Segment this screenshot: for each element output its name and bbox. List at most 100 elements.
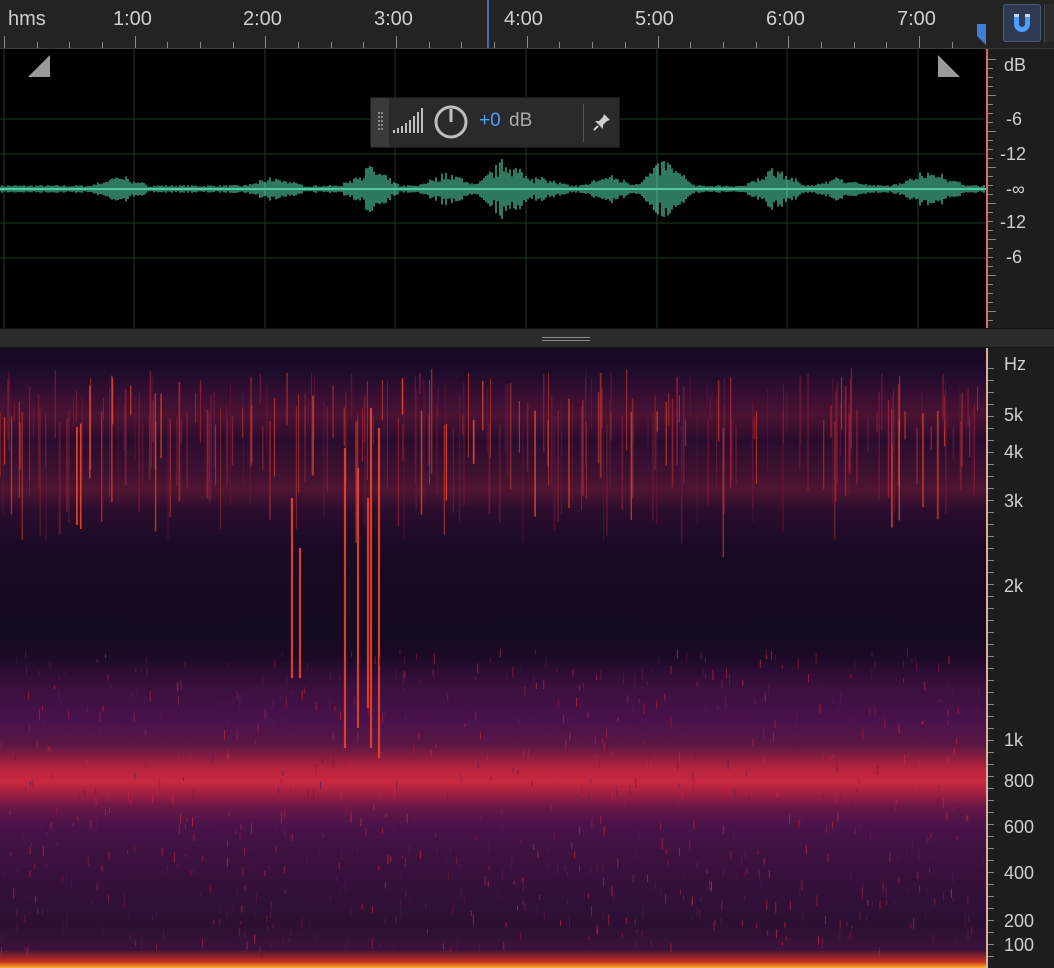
time-label: 5:00 bbox=[635, 8, 674, 30]
ruler-tick bbox=[559, 42, 561, 48]
db-tick bbox=[988, 284, 993, 285]
time-label: 1:00 bbox=[113, 8, 152, 30]
frequency-tick bbox=[988, 956, 994, 957]
db-tick bbox=[988, 68, 993, 69]
db-tick bbox=[988, 239, 996, 240]
ruler-tick bbox=[722, 42, 724, 48]
ruler-tick bbox=[592, 42, 594, 48]
spectrogram-canvas bbox=[0, 368, 986, 959]
time-unit-label: hms bbox=[8, 8, 46, 30]
frequency-tick bbox=[988, 896, 994, 897]
pin-icon[interactable] bbox=[592, 112, 612, 132]
gain-value[interactable]: +0 bbox=[479, 110, 501, 132]
frequency-tick bbox=[988, 812, 994, 813]
db-tick bbox=[988, 185, 993, 186]
db-tick bbox=[988, 77, 993, 78]
frequency-tick bbox=[988, 524, 994, 525]
ruler-tick bbox=[820, 42, 822, 48]
ruler-tick bbox=[755, 42, 757, 48]
frequency-tick bbox=[988, 572, 994, 573]
frequency-tick bbox=[988, 824, 994, 825]
frequency-tick bbox=[988, 680, 994, 681]
db-tick bbox=[988, 158, 993, 159]
frequency-tick bbox=[988, 452, 994, 453]
playhead[interactable] bbox=[487, 0, 489, 48]
time-label: 6:00 bbox=[766, 8, 805, 30]
ruler-tick bbox=[526, 36, 528, 48]
db-tick bbox=[988, 221, 993, 222]
timeline-ruler[interactable]: hms 1:00 2:00 3:00 4:00 5:00 6:00 7:00 bbox=[0, 0, 986, 49]
db-tick bbox=[988, 131, 996, 132]
hz-label: 4k bbox=[1004, 442, 1024, 462]
time-label: 3:00 bbox=[374, 8, 413, 30]
gain-knob-icon[interactable] bbox=[433, 104, 469, 140]
db-tick bbox=[988, 95, 996, 96]
db-tick bbox=[988, 176, 993, 177]
frequency-tick bbox=[988, 728, 994, 729]
frequency-tick bbox=[988, 848, 994, 849]
ruler-tick bbox=[265, 36, 267, 48]
hz-label: 3k bbox=[1004, 491, 1024, 511]
ruler-tick bbox=[200, 42, 202, 48]
waveform-canvas bbox=[0, 49, 986, 328]
spectral-streaks bbox=[0, 368, 986, 959]
hz-label: 800 bbox=[1004, 771, 1035, 791]
hz-label: 100 bbox=[1004, 935, 1035, 955]
frequency-tick bbox=[988, 788, 994, 789]
frequency-tick bbox=[988, 800, 994, 801]
db-tick bbox=[988, 86, 993, 87]
db-tick bbox=[988, 302, 993, 303]
frequency-tick bbox=[988, 596, 994, 597]
time-label: 7:00 bbox=[897, 8, 936, 30]
time-label: 2:00 bbox=[243, 8, 282, 30]
db-label: -6 bbox=[1006, 247, 1023, 267]
db-label: -12 bbox=[1000, 144, 1027, 164]
ruler-tick bbox=[36, 42, 38, 48]
gain-hud[interactable]: +0 dB bbox=[370, 97, 620, 148]
frequency-tick bbox=[988, 608, 994, 609]
ruler-tick bbox=[330, 42, 332, 48]
divider-grip-icon[interactable] bbox=[542, 337, 590, 341]
db-scale: dB -6 -12 -∞ -12 -6 bbox=[986, 49, 1054, 328]
frequency-tick bbox=[988, 488, 994, 489]
db-tick bbox=[988, 248, 993, 249]
db-tick bbox=[988, 104, 993, 105]
frequency-tick bbox=[988, 692, 994, 693]
panel-divider[interactable] bbox=[0, 328, 1054, 348]
ruler-tick bbox=[494, 42, 496, 48]
db-tick bbox=[988, 230, 993, 231]
ruler-tick bbox=[396, 36, 398, 48]
hud-separator bbox=[583, 104, 584, 142]
db-label: -∞ bbox=[1006, 179, 1025, 199]
db-tick bbox=[988, 149, 993, 150]
frequency-tick bbox=[988, 920, 994, 921]
snap-button[interactable] bbox=[1003, 4, 1041, 42]
waveform-view[interactable] bbox=[0, 49, 986, 328]
ruler-tick bbox=[298, 42, 300, 48]
ruler-tick bbox=[657, 36, 659, 48]
spectrogram-view[interactable] bbox=[0, 348, 986, 968]
frequency-tick bbox=[988, 404, 994, 405]
ruler-tick bbox=[232, 42, 234, 48]
db-tick bbox=[988, 257, 993, 258]
hz-label: 400 bbox=[1004, 863, 1035, 883]
frequency-tick bbox=[988, 644, 994, 645]
frequency-tick bbox=[988, 512, 994, 513]
db-tick bbox=[988, 59, 996, 60]
frequency-tick bbox=[988, 752, 994, 753]
hud-drag-handle[interactable] bbox=[371, 98, 389, 147]
frequency-tick bbox=[988, 884, 994, 885]
hz-label: 1k bbox=[1004, 730, 1024, 750]
db-tick bbox=[988, 167, 996, 168]
frequency-scale: Hz 5k 4k 3k 2k 1k 800 600 400 200 100 bbox=[986, 348, 1054, 968]
hz-label: 2k bbox=[1004, 576, 1024, 596]
frequency-tick bbox=[988, 464, 994, 465]
frequency-tick bbox=[988, 584, 994, 585]
ruler-tick bbox=[134, 36, 136, 48]
snap-button-extension[interactable] bbox=[1044, 4, 1054, 42]
db-tick bbox=[988, 203, 996, 204]
frequency-tick bbox=[988, 536, 994, 537]
gain-unit: dB bbox=[509, 110, 533, 131]
frequency-tick bbox=[988, 764, 994, 765]
ruler-tick bbox=[886, 42, 888, 48]
